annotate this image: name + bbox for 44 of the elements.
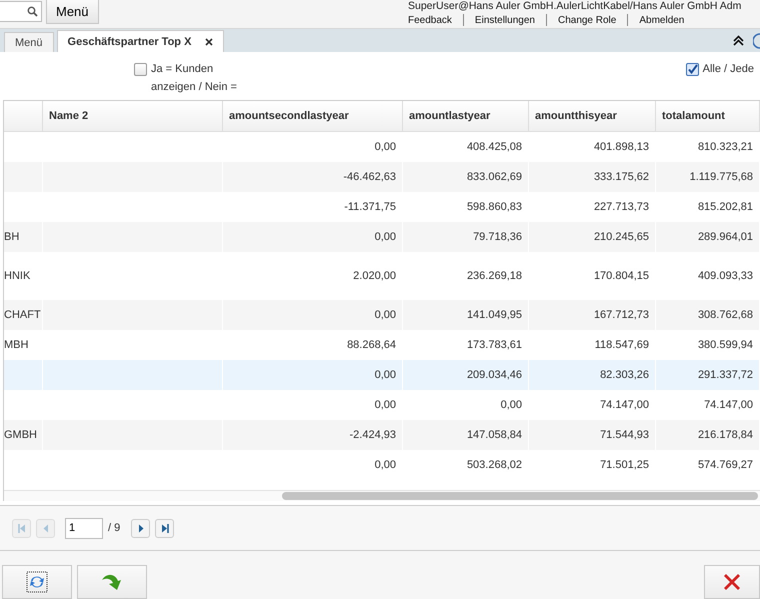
header-link[interactable]: Change Role (546, 14, 628, 26)
page-input[interactable]: 1 (65, 518, 103, 538)
table-cell: 574.769,27 (656, 450, 760, 480)
search-field[interactable] (0, 1, 42, 22)
triangle-arrow-icon (42, 524, 50, 532)
user-info: SuperUser@Hans Auler GmbH.AulerLichtKabel/Hans Auler GmbH Adm (408, 0, 742, 12)
column-header[interactable]: totalamount (656, 101, 760, 131)
table-row[interactable]: GMBH -2.424,93 147.058,84 71.544,93 216.178,84 (4, 420, 760, 450)
column-header[interactable]: amountsecondlastyear (223, 101, 403, 131)
header-link[interactable]: Einstellungen (464, 14, 546, 26)
refresh-icon (26, 571, 48, 593)
table-cell: 0,00 (223, 450, 403, 480)
skip-arrow-icon (160, 524, 169, 532)
scrollbar-thumb[interactable] (282, 492, 758, 500)
table-cell: 71.501,25 (529, 450, 656, 480)
refresh-button[interactable] (2, 565, 72, 599)
checkbox[interactable] (686, 63, 699, 76)
collapse-icon[interactable] (733, 35, 744, 46)
table-row[interactable]: -46.462,63 833.062,69 333.175,62 1.119.775,68 (4, 162, 760, 192)
column-header[interactable]: amountthisyear (529, 101, 656, 131)
close-icon[interactable] (205, 38, 214, 46)
menu-button[interactable]: Menü (46, 0, 99, 24)
checkbox-label: Alle / Jede (702, 62, 754, 77)
table-cell: 503.268,02 (403, 450, 529, 480)
header-link[interactable]: Feedback (408, 14, 463, 26)
cancel-button[interactable] (704, 565, 760, 599)
column-header[interactable]: Name 2 (43, 101, 223, 131)
table-row[interactable]: CHAFT 0,00 141.049,95 167.712,73 308.762,68 (4, 300, 760, 330)
table-row[interactable]: 0,00 209.034,46 82.303,26 291.337,72 (4, 360, 760, 390)
checkbox-label: Ja = Kunden anzeigen / Nein = (151, 62, 238, 95)
checkbox[interactable] (134, 63, 147, 76)
skip-arrow-icon (18, 524, 26, 532)
curved-arrow-icon (100, 572, 124, 592)
pager-button[interactable] (131, 518, 150, 538)
header-link[interactable]: Abmelden (628, 14, 696, 26)
column-header[interactable]: amountlastyear (403, 101, 529, 131)
pager-button[interactable] (155, 518, 174, 538)
search-icon (27, 6, 38, 17)
page-total: / 9 (108, 522, 120, 534)
triangle-arrow-icon (136, 524, 145, 532)
tab[interactable]: Geschäftspartner Top X (56, 30, 224, 52)
proceed-button[interactable] (77, 565, 147, 599)
table-row[interactable]: BH 0,00 79.718,36 210.245,65 289.964,01 (4, 222, 760, 252)
tab[interactable]: Menü (4, 32, 54, 52)
